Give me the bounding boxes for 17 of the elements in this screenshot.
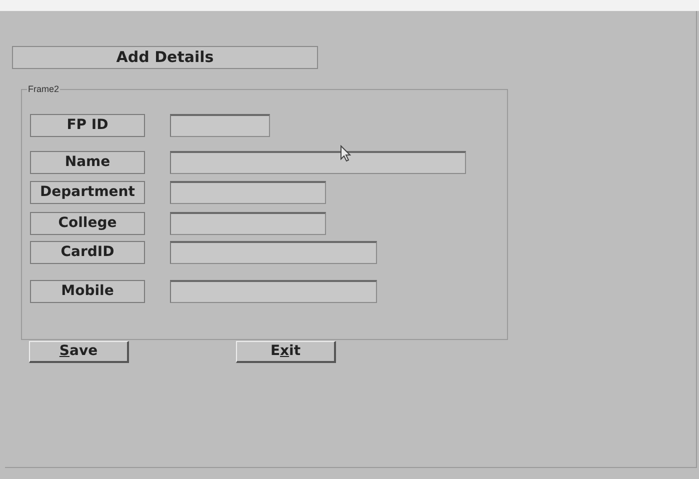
field-label: FP ID	[30, 114, 145, 137]
dialog-button[interactable]: Save	[29, 341, 129, 363]
dialog-button[interactable]: Exit	[236, 341, 336, 363]
field-label: CardID	[30, 241, 145, 264]
text-field[interactable]	[170, 280, 377, 303]
field-label: Mobile	[30, 280, 145, 303]
text-field[interactable]	[170, 212, 326, 235]
text-field[interactable]	[170, 181, 326, 204]
text-field[interactable]	[170, 114, 270, 137]
frame-caption: Frame2	[27, 83, 60, 95]
field-label: Department	[30, 181, 145, 204]
form-title: Add Details	[12, 46, 318, 69]
text-field[interactable]	[170, 241, 377, 264]
field-label: College	[30, 212, 145, 235]
field-label: Name	[30, 151, 145, 174]
mouse-pointer-icon	[340, 145, 351, 162]
text-field[interactable]	[170, 151, 466, 174]
